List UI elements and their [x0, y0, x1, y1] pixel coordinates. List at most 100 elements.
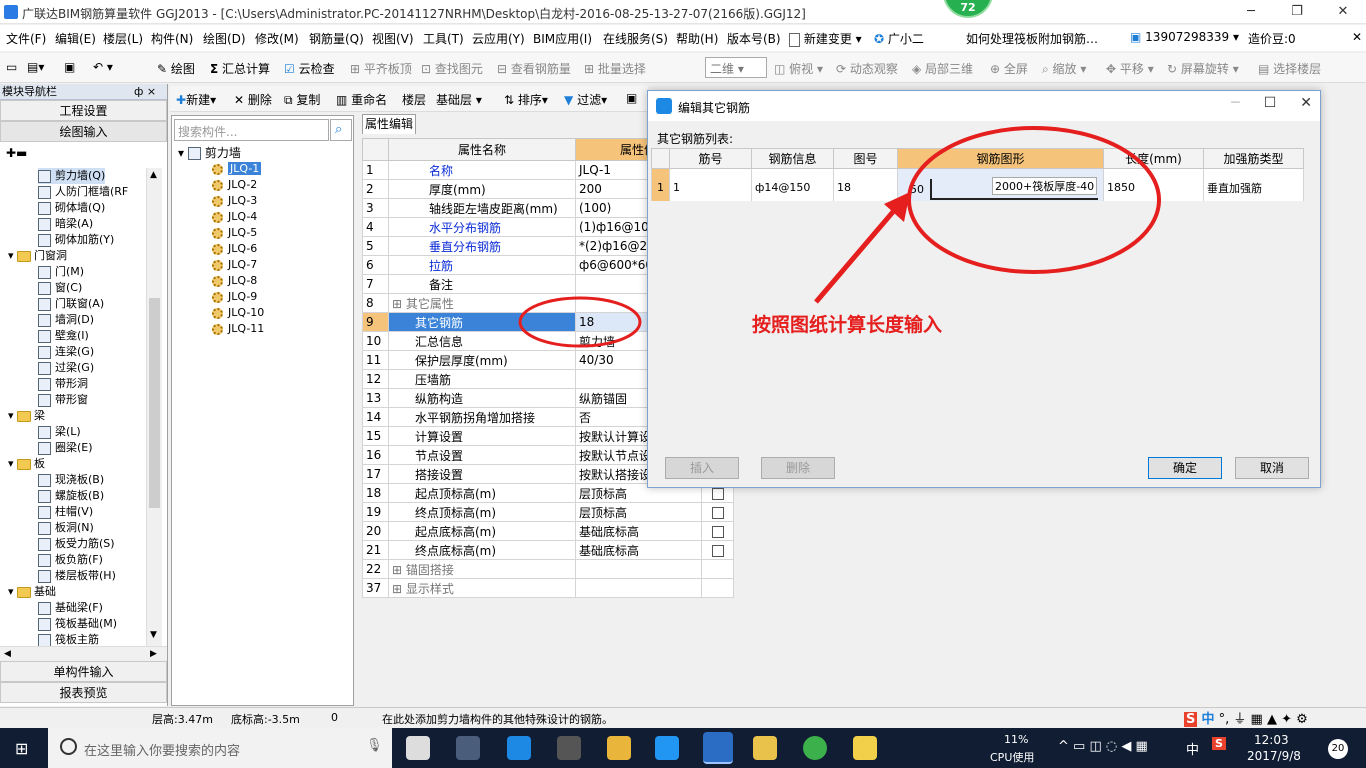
search-input[interactable]: 搜索构件...: [174, 119, 329, 141]
menu-file[interactable]: 文件(F): [6, 30, 46, 47]
tree-item[interactable]: 砌体加筋(Y): [38, 232, 114, 248]
tree-item[interactable]: 板负筋(F): [38, 552, 103, 568]
tree-item[interactable]: 人防门框墙(RF: [38, 184, 128, 200]
notes-icon[interactable]: [753, 736, 777, 760]
left-segment[interactable]: 50: [910, 183, 924, 196]
component-item[interactable]: JLQ-4: [212, 209, 257, 225]
tree-hscrollbar[interactable]: ◀ ▶: [0, 646, 167, 662]
component-root[interactable]: ▾ 剪力墙: [178, 145, 241, 161]
browser360-icon[interactable]: [456, 736, 480, 760]
find-button[interactable]: ⊡ 查找图元: [421, 60, 483, 77]
sogou-tray-icon[interactable]: S: [1212, 737, 1226, 750]
ime-toolbar[interactable]: S 中 °, ⏚ ▦ ▲ ✦ ⚙: [1184, 708, 1308, 727]
component-item[interactable]: JLQ-9: [212, 289, 257, 305]
property-extra[interactable]: [701, 540, 734, 560]
select-floor-button[interactable]: ▤ 选择楼层: [1258, 60, 1321, 77]
property-value[interactable]: 基础底标高: [575, 540, 702, 560]
menu-online[interactable]: 在线服务(S): [603, 30, 668, 47]
menu-edit[interactable]: 编辑(E): [55, 30, 96, 47]
new-change-button[interactable]: 新建变更 ▾: [789, 30, 862, 47]
menu-draw[interactable]: 绘图(D): [203, 30, 246, 47]
tree-item[interactable]: 剪力墙(Q): [38, 168, 106, 184]
tree-item[interactable]: 筏板基础(M): [38, 616, 117, 632]
tray-icons[interactable]: ^ ▭ ◫ ◌ ◀ ▦: [1058, 739, 1148, 754]
start-icon[interactable]: ⊞: [15, 739, 28, 758]
tree-item[interactable]: 窗(C): [38, 280, 82, 296]
tree-item[interactable]: 带形窗: [38, 392, 88, 408]
pan-button[interactable]: ✥ 平移 ▾: [1106, 60, 1154, 77]
tree-item[interactable]: 筏板主筋: [38, 632, 99, 646]
property-row[interactable]: 37 ⊞ 显示样式: [362, 578, 734, 598]
tree-item[interactable]: 带形洞: [38, 376, 88, 392]
property-value[interactable]: 基础底标高: [575, 521, 702, 541]
new-component-button[interactable]: ✚新建▾: [176, 91, 216, 108]
checkbox[interactable]: [711, 525, 724, 538]
component-item[interactable]: JLQ-7: [212, 257, 257, 273]
tree-item[interactable]: 板洞(N): [38, 520, 94, 536]
single-input-button[interactable]: 单构件输入: [0, 661, 167, 682]
tree-item[interactable]: 连梁(G): [38, 344, 94, 360]
expand-icon[interactable]: ⊞: [392, 563, 406, 577]
shape-length-input[interactable]: 2000+筏板厚度-40: [992, 177, 1098, 195]
property-row[interactable]: 20 起点底标高(m) 基础底标高: [362, 521, 734, 541]
help-app-icon[interactable]: [853, 736, 877, 760]
open-folder-icon[interactable]: ▤▾: [27, 60, 44, 74]
ggj-active-icon[interactable]: [703, 732, 733, 764]
filter-button[interactable]: ▼ 过滤▾: [564, 91, 607, 108]
view-qty-button[interactable]: ⊟ 查看钢筋量: [497, 60, 571, 77]
batch-select-button[interactable]: ⊞ 批量选择: [584, 60, 646, 77]
menu-rebar-qty[interactable]: 钢筋量(Q): [309, 30, 364, 47]
property-row[interactable]: 21 终点底标高(m) 基础底标高: [362, 540, 734, 560]
component-item[interactable]: JLQ-10: [212, 305, 264, 321]
tree-item[interactable]: 螺旋板(B): [38, 488, 104, 504]
cloud-check-button[interactable]: ☑ 云检查: [284, 60, 335, 77]
save-icon[interactable]: ▣: [64, 60, 75, 74]
assistant-button[interactable]: ✪ 广小二: [874, 30, 924, 47]
menu-help[interactable]: 帮助(H): [676, 30, 718, 47]
explorer-icon[interactable]: [607, 736, 631, 760]
tree-item[interactable]: ▾ 板: [8, 456, 45, 472]
tree-item[interactable]: 门(M): [38, 264, 84, 280]
ok-button[interactable]: 确定: [1148, 457, 1222, 479]
draw-button[interactable]: ✎ 绘图: [157, 60, 195, 77]
insert-button[interactable]: 插入: [665, 457, 739, 479]
menu-tools[interactable]: 工具(T): [423, 30, 464, 47]
close-doc-icon[interactable]: ✕: [1352, 30, 1362, 44]
menu-cloud[interactable]: 云应用(Y): [472, 30, 525, 47]
more-icon[interactable]: ▣: [626, 91, 637, 105]
fullscreen-button[interactable]: ⊕ 全屏: [990, 60, 1028, 77]
tree-item[interactable]: 圈梁(E): [38, 440, 93, 456]
property-extra[interactable]: [701, 521, 734, 541]
checkbox[interactable]: [711, 506, 724, 519]
tree-scrollbar[interactable]: ▲ ▼: [146, 168, 162, 646]
tree-item[interactable]: ▾ 门窗洞: [8, 248, 67, 264]
property-value[interactable]: [575, 578, 702, 598]
component-item[interactable]: JLQ-5: [212, 225, 257, 241]
user-account[interactable]: ▣ 13907298339 ▾: [1130, 30, 1239, 44]
checkbox[interactable]: [711, 487, 724, 500]
new-file-icon[interactable]: ▭: [6, 60, 17, 74]
tree-item[interactable]: ▾ 基础: [8, 584, 56, 600]
property-extra[interactable]: [701, 502, 734, 522]
tree-item[interactable]: 柱帽(V): [38, 504, 93, 520]
menu-bim[interactable]: BIM应用(I): [533, 30, 592, 47]
zoom-button[interactable]: ⌕ 缩放 ▾: [1042, 60, 1086, 77]
rename-button[interactable]: ▥ 重命名: [336, 91, 387, 108]
property-value[interactable]: [575, 559, 702, 579]
taskbar-search-input[interactable]: 在这里输入你要搜索的内容 🎙: [48, 728, 392, 768]
dynamic-view-button[interactable]: ⟳ 动态观察: [836, 60, 898, 77]
property-row[interactable]: 22 ⊞ 锚固搭接: [362, 559, 734, 579]
dialog-maximize-icon[interactable]: ☐: [1264, 95, 1277, 111]
component-item[interactable]: JLQ-2: [212, 177, 257, 193]
delete-component-button[interactable]: ✕ 删除: [234, 91, 272, 108]
dialog-minimize-icon[interactable]: ─: [1231, 95, 1239, 111]
component-item[interactable]: JLQ-11: [212, 321, 264, 337]
cancel-button[interactable]: 取消: [1235, 457, 1309, 479]
minimize-icon[interactable]: ─: [1228, 0, 1274, 24]
copy-component-button[interactable]: ⧉ 复制: [284, 91, 320, 108]
store-icon[interactable]: [557, 736, 581, 760]
menu-version[interactable]: 版本号(B): [727, 30, 781, 47]
component-item[interactable]: JLQ-1: [212, 161, 262, 177]
floor-select[interactable]: 基础层 ▾: [436, 91, 482, 108]
expand-collapse-icons[interactable]: ✚▬: [0, 142, 167, 168]
